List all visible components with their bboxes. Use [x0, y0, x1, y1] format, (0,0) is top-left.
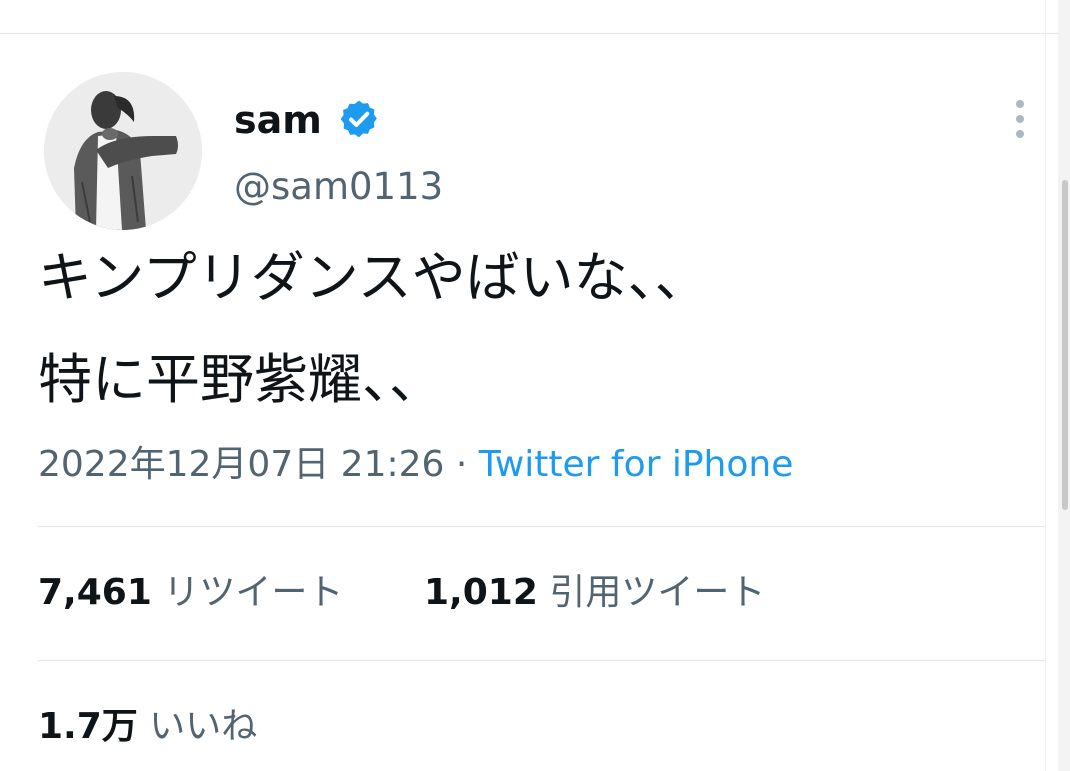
- verified-badge-icon[interactable]: [338, 98, 380, 140]
- scrollbar-thumb[interactable]: [1062, 180, 1068, 510]
- display-name[interactable]: sam: [234, 94, 322, 146]
- tweet-source-link[interactable]: Twitter for iPhone: [479, 444, 794, 485]
- quotes-count: 1,012: [424, 572, 538, 613]
- tweet-text-line-2: 特に平野紫耀、、: [38, 348, 443, 411]
- more-options-icon[interactable]: [1004, 96, 1036, 142]
- tweet-timestamp[interactable]: 2022年12月07日 21:26: [38, 444, 444, 485]
- likes-count: 1.7万: [38, 706, 138, 747]
- avatar[interactable]: [44, 72, 202, 230]
- stats-divider-bottom: [38, 660, 1045, 661]
- tweet-text-line-1: キンプリダンスやばいな、、: [38, 246, 709, 309]
- top-divider: [0, 33, 1058, 34]
- retweets-label: リツイート: [163, 572, 344, 613]
- quotes-stat[interactable]: 1,012 引用ツイート: [424, 568, 765, 618]
- likes-stat[interactable]: 1.7万 いいね: [38, 702, 257, 752]
- retweets-stat[interactable]: 7,461 リツイート: [38, 568, 343, 618]
- retweets-count: 7,461: [38, 572, 152, 613]
- scrollbar-edge: [1045, 0, 1046, 771]
- likes-label: いいね: [149, 706, 258, 747]
- stats-divider-top: [38, 526, 1045, 527]
- tweet-meta: 2022年12月07日 21:26 · Twitter for iPhone: [38, 440, 793, 490]
- quotes-label: 引用ツイート: [549, 572, 766, 613]
- meta-separator: ·: [455, 444, 468, 485]
- avatar-photo: [44, 72, 202, 230]
- user-handle[interactable]: @sam0113: [234, 162, 443, 212]
